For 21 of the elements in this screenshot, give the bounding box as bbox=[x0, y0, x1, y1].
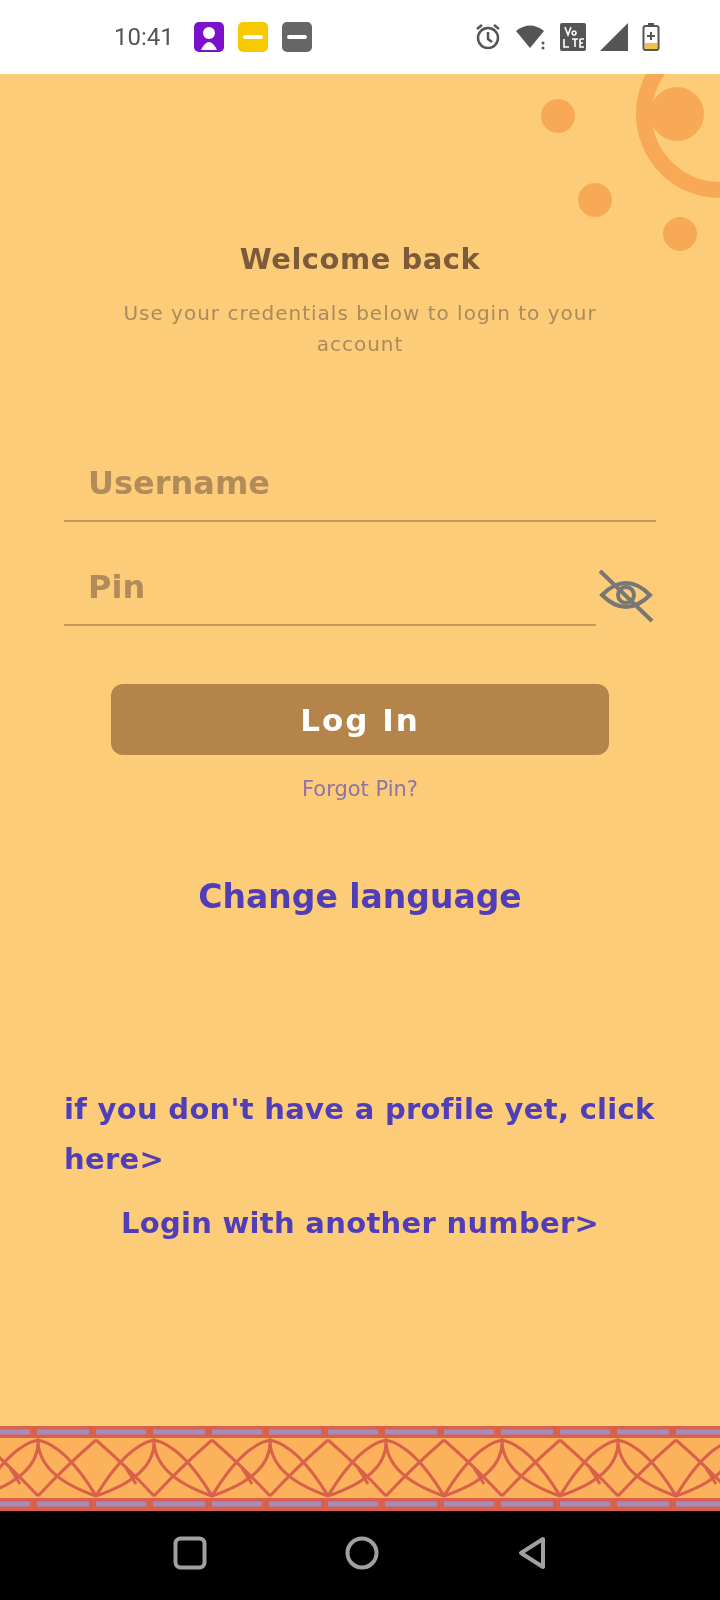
welcome-title: Welcome back bbox=[239, 242, 481, 276]
forgot-pin-link[interactable]: Forgot Pin? bbox=[302, 777, 418, 801]
create-profile-link[interactable]: if you don't have a profile yet, click here> bbox=[64, 1084, 660, 1184]
username-field[interactable]: Username bbox=[64, 460, 656, 522]
clock-time: 10:41 bbox=[114, 23, 174, 51]
another-number-link[interactable]: Login with another number> bbox=[120, 1206, 600, 1240]
wifi-icon bbox=[516, 24, 546, 50]
app-notification-icon bbox=[237, 22, 268, 52]
pin-field[interactable]: Pin bbox=[64, 564, 596, 626]
login-button[interactable]: Log In bbox=[111, 684, 609, 755]
subtitle-text: Use your credentials below to login to your account bbox=[122, 300, 598, 358]
volte-icon bbox=[560, 23, 586, 51]
battery-icon bbox=[642, 23, 660, 51]
alarm-icon bbox=[474, 23, 502, 51]
app-notification-icon bbox=[193, 22, 224, 52]
home-icon[interactable] bbox=[345, 1535, 379, 1570]
signal-icon bbox=[600, 23, 628, 51]
back-icon[interactable] bbox=[517, 1535, 547, 1570]
recent-apps-icon[interactable] bbox=[173, 1535, 207, 1570]
app-notification-icon bbox=[281, 22, 312, 52]
change-language-link[interactable]: Change language bbox=[198, 877, 522, 916]
